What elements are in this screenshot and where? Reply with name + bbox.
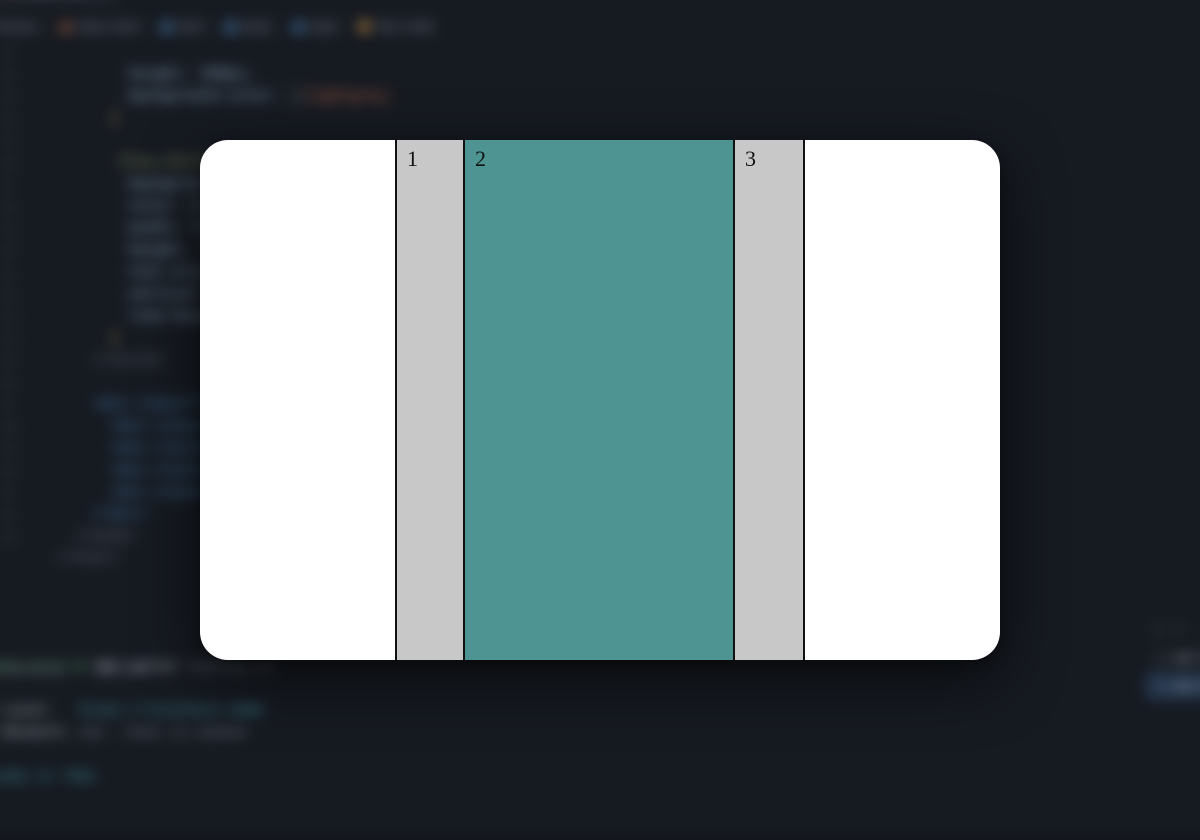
crumb-tag[interactable]: style xyxy=(309,18,338,34)
flex-child-2: 2 xyxy=(465,140,735,660)
flex-child-label: 1 xyxy=(407,146,418,171)
tag-icon: ▣ xyxy=(224,18,237,34)
tag-icon: ▣ xyxy=(292,18,305,34)
plus-icon[interactable]: + xyxy=(1155,620,1163,640)
crumb-root[interactable]: Flexbox xyxy=(0,18,39,34)
file-icon: ◉ xyxy=(59,18,71,34)
crumb-tag[interactable]: body xyxy=(241,18,271,34)
class-icon: ⬣ xyxy=(358,18,370,34)
editor-tab[interactable]: ◉ index.html × xyxy=(0,0,118,4)
crumb-file[interactable]: index.html xyxy=(76,18,140,34)
flex-child-3: 3 xyxy=(735,140,805,660)
terminal-side-list: + ˅ … ▢ zsh flex ▢ zsh flex xyxy=(1145,616,1200,700)
terminal-icon: ▢ xyxy=(1155,676,1167,696)
flex-child-label: 2 xyxy=(475,146,486,171)
terminal-output[interactable]: vite v2.9.10 dev server running at: > Lo… xyxy=(0,634,280,810)
tag-icon: ▣ xyxy=(160,18,173,34)
flex-child-label: 3 xyxy=(745,146,756,171)
chevron-down-icon[interactable]: ˅ xyxy=(1175,620,1183,640)
terminal-icon: ▢ xyxy=(1155,648,1167,668)
line-number-gutter: 212223 242526 272829 303132 333435 36373… xyxy=(0,42,16,548)
breadcrumb: Flexbox › ◉ index.html › ▣ html › ▣ body… xyxy=(0,16,433,38)
crumb-tag[interactable]: html xyxy=(177,18,203,34)
flex-child-1: 1 xyxy=(395,140,465,660)
crumb-class[interactable]: .flex-child xyxy=(374,18,433,34)
flexbox-preview-card: 1 2 3 xyxy=(200,140,1000,660)
